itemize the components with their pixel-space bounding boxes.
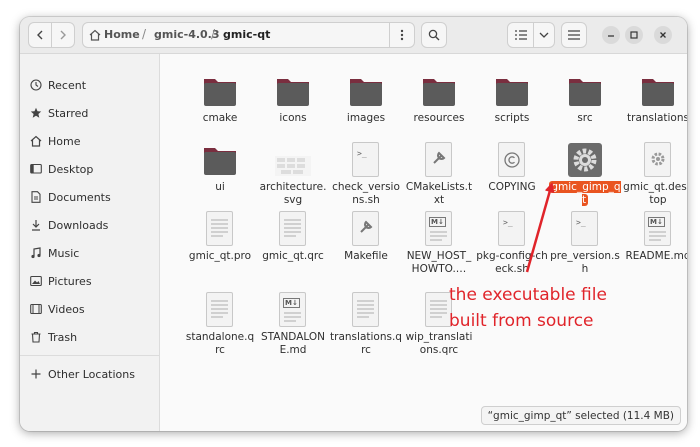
annotation-line: the executable file <box>449 285 607 305</box>
annotation-arrow <box>525 182 555 273</box>
annotation-line: built from source <box>449 311 594 331</box>
annotation-text: the executable file built from source <box>449 282 639 334</box>
